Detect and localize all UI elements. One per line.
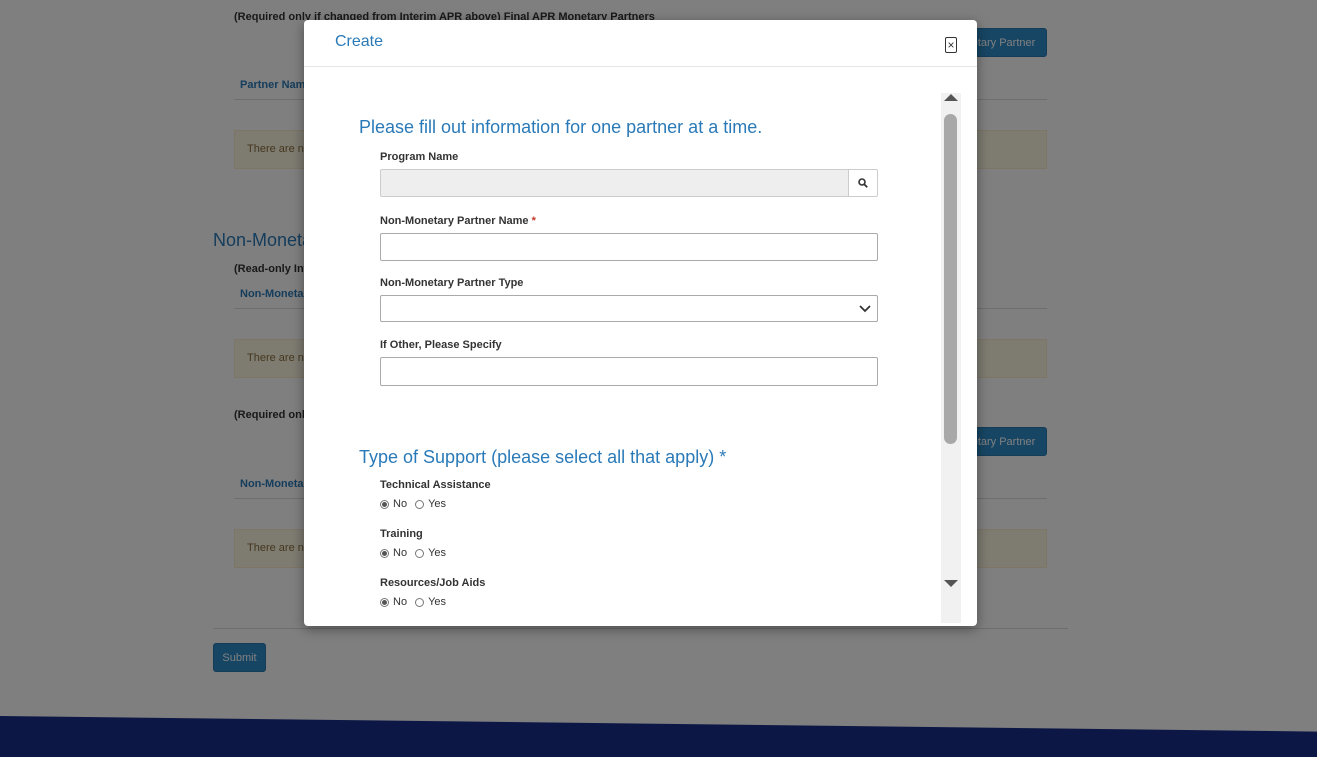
modal-header: Create × <box>304 20 977 67</box>
radio-label-yes: Yes <box>428 547 447 559</box>
required-asterisk: * <box>531 215 536 227</box>
technical-assistance-yes-radio[interactable] <box>415 499 425 509</box>
partner-name-label-text: Non-Monetary Partner Name <box>380 215 529 227</box>
radio-label-yes: Yes <box>428 596 447 608</box>
support-heading: Type of Support (please select all that … <box>359 447 727 467</box>
radio-label-no: No <box>393 498 408 510</box>
partner-type-label: Non-Monetary Partner Type <box>380 277 524 289</box>
training-options: No Yes <box>380 547 446 559</box>
modal-body: Please fill out information for one part… <box>304 67 977 626</box>
training-label: Training <box>380 528 423 540</box>
radio-label-no: No <box>393 596 408 608</box>
partner-type-select[interactable] <box>380 295 878 322</box>
scroll-up-icon[interactable] <box>944 94 958 101</box>
other-specify-input[interactable] <box>380 357 878 386</box>
resources-job-aids-no-radio[interactable] <box>380 597 389 607</box>
resources-job-aids-yes-radio[interactable] <box>415 597 425 607</box>
technical-assistance-no-radio[interactable] <box>380 499 389 509</box>
radio-label-yes: Yes <box>428 498 447 510</box>
scroll-thumb[interactable] <box>944 114 957 444</box>
program-search-button[interactable] <box>848 169 878 197</box>
modal-scrollbar[interactable] <box>941 93 961 623</box>
partner-name-input[interactable] <box>380 233 878 261</box>
scroll-down-icon[interactable] <box>944 580 958 587</box>
resources-job-aids-label: Resources/Job Aids <box>380 577 486 589</box>
training-yes-radio[interactable] <box>415 548 425 558</box>
program-name-input[interactable] <box>380 169 849 197</box>
intro-heading: Please fill out information for one part… <box>359 117 763 137</box>
technical-assistance-label: Technical Assistance <box>380 479 491 491</box>
program-name-label: Program Name <box>380 151 459 163</box>
create-modal: Create × Please fill out information for… <box>304 20 977 626</box>
search-icon <box>858 178 868 188</box>
chevron-down-icon <box>859 305 871 313</box>
radio-label-no: No <box>393 547 408 559</box>
close-icon[interactable]: × <box>945 37 957 53</box>
technical-assistance-options: No Yes <box>380 498 446 510</box>
resources-job-aids-options: No Yes <box>380 596 446 608</box>
other-specify-label: If Other, Please Specify <box>380 339 502 351</box>
modal-title: Create <box>335 33 384 50</box>
partner-name-label: Non-Monetary Partner Name * <box>380 215 536 227</box>
training-no-radio[interactable] <box>380 548 389 558</box>
